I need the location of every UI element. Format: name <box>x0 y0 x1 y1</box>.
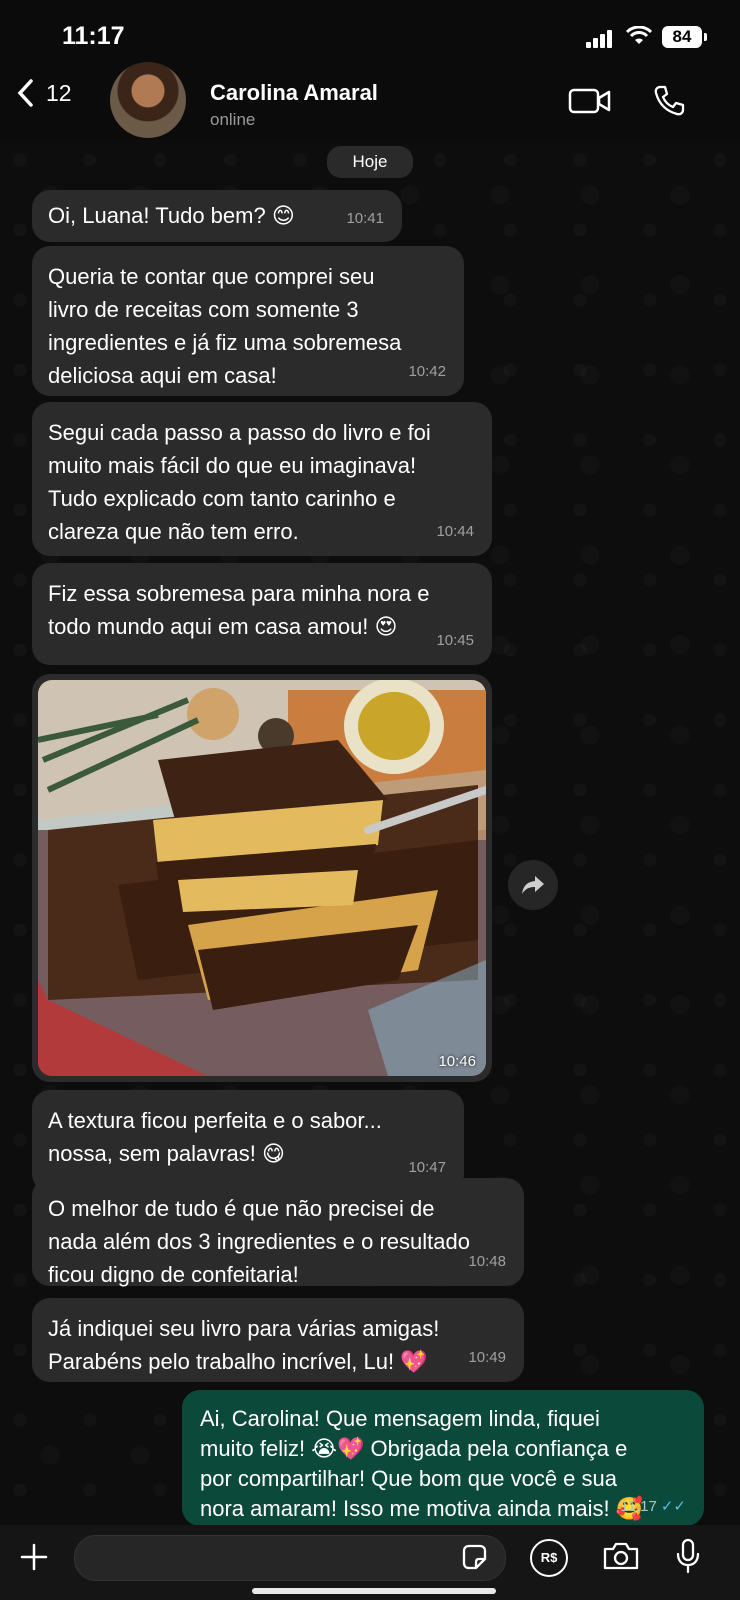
message-bubble[interactable]: Segui cada passo a passo do livro e foi … <box>32 402 492 556</box>
plus-icon <box>20 1543 48 1571</box>
dessert-illustration <box>38 680 486 1076</box>
message-text: Queria te contar que comprei seu livro d… <box>48 264 402 388</box>
dessert-photo[interactable] <box>38 680 486 1076</box>
sticker-icon <box>462 1544 487 1570</box>
wifi-icon <box>625 25 653 51</box>
camera-icon <box>603 1542 639 1570</box>
message-bubble[interactable]: Queria te contar que comprei seu livro d… <box>32 246 464 396</box>
message-text: Segui cada passo a passo do livro e foi … <box>48 420 431 544</box>
avatar[interactable] <box>110 62 186 138</box>
date-separator: Hoje <box>327 146 413 178</box>
payment-button[interactable]: R$ <box>530 1539 568 1577</box>
video-camera-icon <box>568 88 611 114</box>
message-time: 11:17 ✓✓ <box>620 1492 686 1522</box>
attach-button[interactable] <box>18 1541 50 1578</box>
microphone-icon <box>676 1538 700 1574</box>
forward-button[interactable] <box>508 860 558 910</box>
message-bubble[interactable]: Oi, Luana! Tudo bem? 😊 10:41 <box>32 190 402 242</box>
message-text: Fiz essa sobremesa para minha nora e tod… <box>48 581 430 639</box>
contact-status: online <box>210 110 256 129</box>
message-text: A textura ficou perfeita e o sabor... no… <box>48 1108 382 1166</box>
message-text: Já indiquei seu livro para várias amigas… <box>48 1316 440 1374</box>
message-time: 10:48 <box>468 1253 506 1270</box>
read-receipt-icon: ✓✓ <box>660 1498 686 1515</box>
message-bubble[interactable]: A textura ficou perfeita e o sabor... no… <box>32 1090 464 1192</box>
message-bubble[interactable]: Fiz essa sobremesa para minha nora e tod… <box>32 563 492 665</box>
image-message[interactable]: 10:46 <box>32 674 492 1082</box>
signal-icon <box>586 30 614 48</box>
message-input[interactable] <box>74 1535 506 1581</box>
message-time-text: 11:17 <box>620 1498 657 1515</box>
clock: 11:17 <box>62 22 125 50</box>
message-time: 10:44 <box>436 523 474 540</box>
message-time: 10:49 <box>468 1349 506 1366</box>
message-bubble[interactable]: O melhor de tudo é que não precisei de n… <box>32 1178 524 1287</box>
message-text: Ai, Carolina! Que mensagem linda, fiquei… <box>200 1406 644 1521</box>
unread-count: 12 <box>46 79 72 106</box>
sticker-button[interactable] <box>460 1543 488 1576</box>
chevron-left-icon <box>17 79 33 107</box>
camera-button[interactable] <box>602 1541 640 1576</box>
message-text: Oi, Luana! Tudo bem? 😊 <box>48 203 295 228</box>
home-indicator[interactable] <box>252 1588 496 1594</box>
battery-icon: 84 <box>662 26 707 48</box>
message-text: O melhor de tudo é que não precisei de n… <box>48 1196 470 1287</box>
message-time: 10:41 <box>346 210 384 227</box>
forward-arrow-icon <box>522 876 544 894</box>
phone-icon <box>654 85 685 116</box>
message-bubble[interactable]: Já indiquei seu livro para várias amigas… <box>32 1298 524 1382</box>
message-time: 10:42 <box>408 363 446 380</box>
contact-name[interactable]: Carolina Amaral <box>210 80 378 106</box>
voice-call-button[interactable] <box>652 84 686 123</box>
message-time: 10:45 <box>436 632 474 649</box>
outgoing-message-bubble[interactable]: Ai, Carolina! Que mensagem linda, fiquei… <box>182 1390 704 1526</box>
back-button[interactable]: 12 <box>16 78 72 108</box>
mic-button[interactable] <box>674 1537 702 1580</box>
chat-header: 12 Carolina Amaral online <box>0 60 740 140</box>
video-call-button[interactable] <box>568 86 612 121</box>
image-time: 10:46 <box>438 1053 476 1070</box>
